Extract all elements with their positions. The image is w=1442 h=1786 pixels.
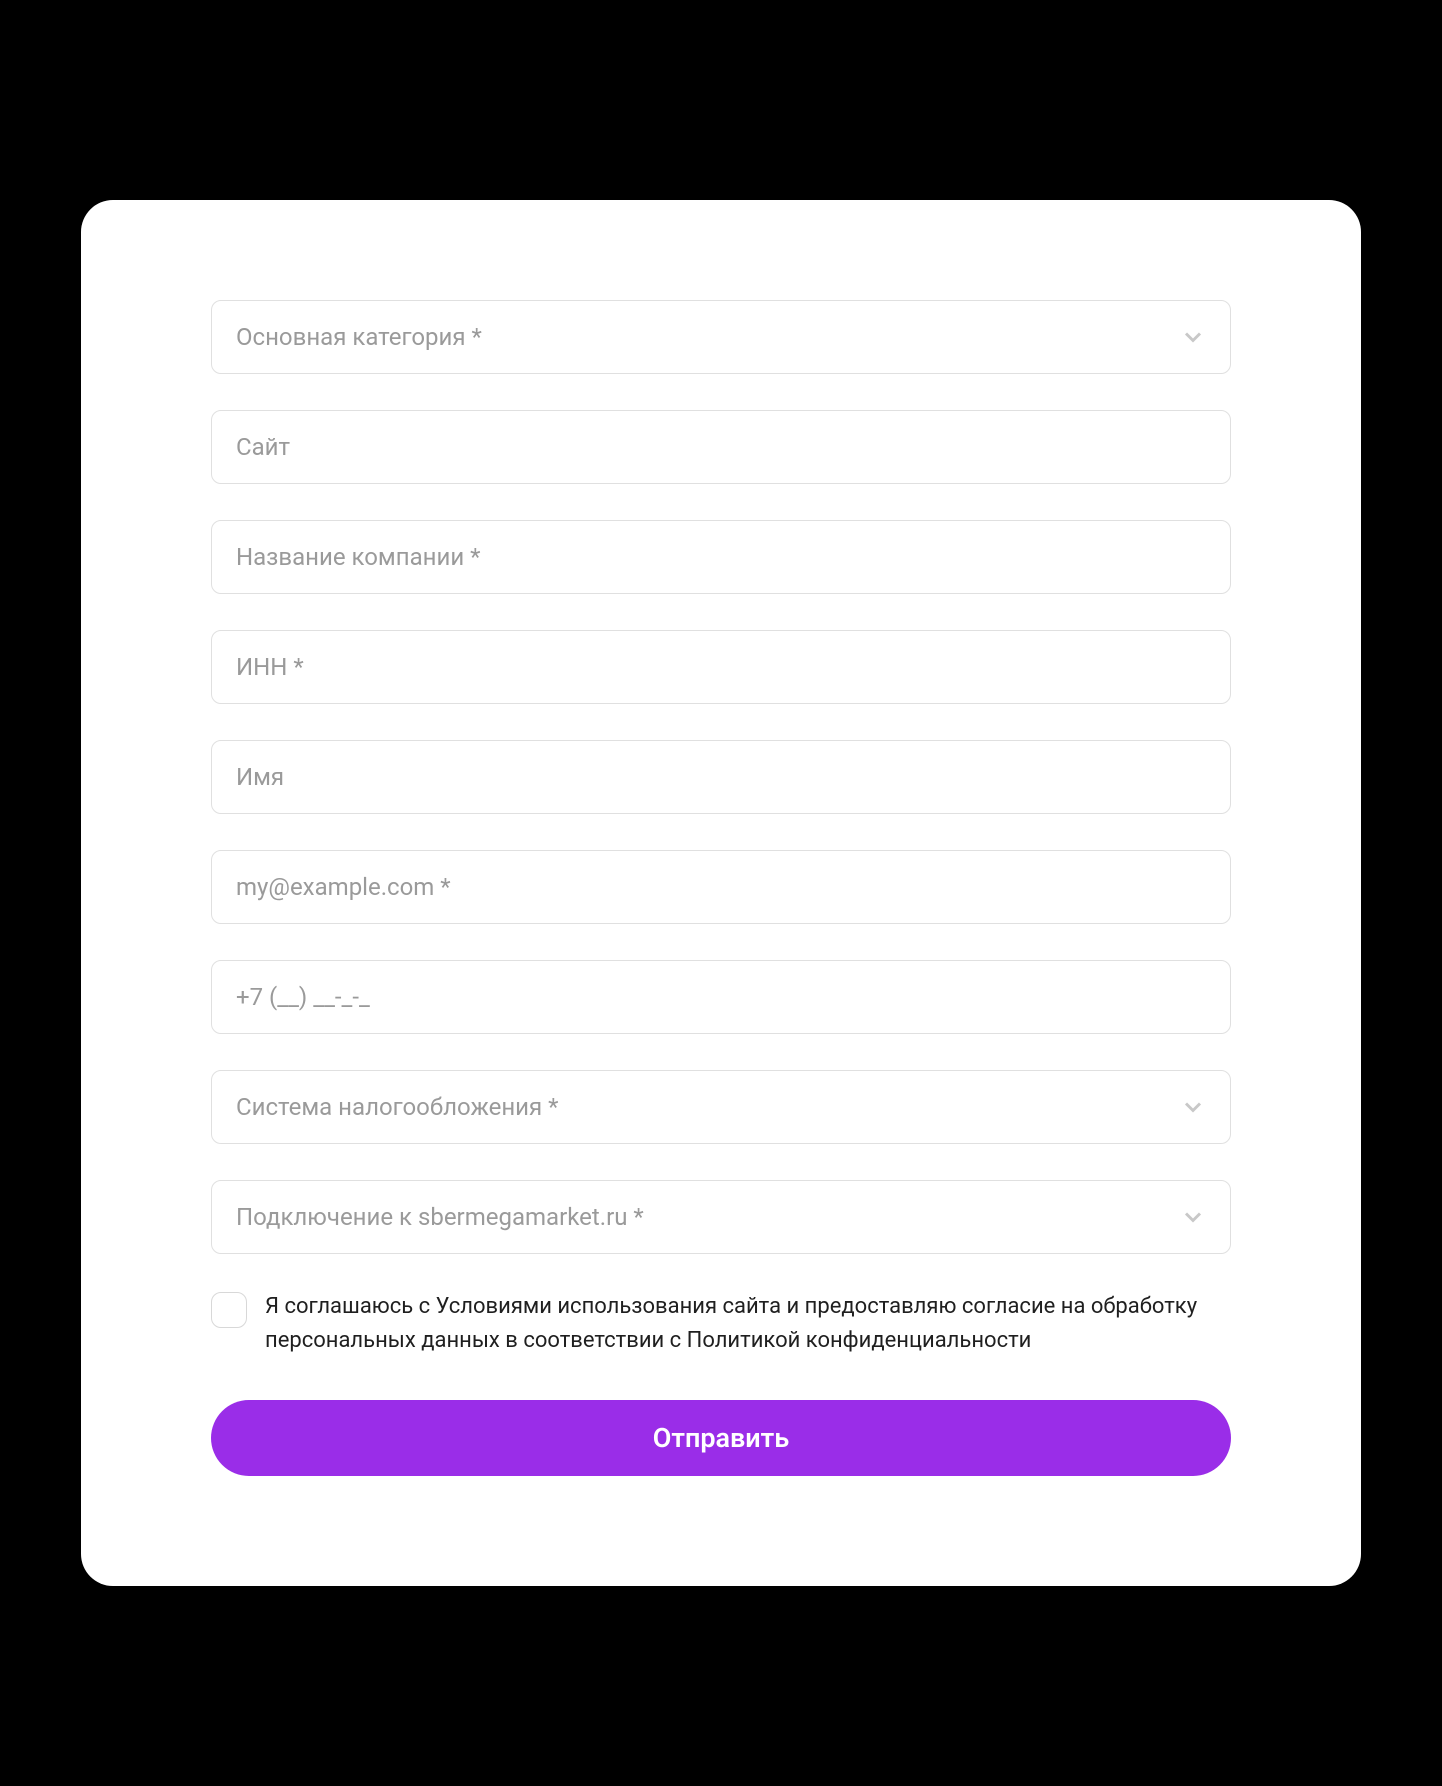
company-field [211,520,1231,594]
registration-form-card: Основная категория * Система налогооблож… [81,200,1361,1586]
phone-field [211,960,1231,1034]
consent-row: Я соглашаюсь с Условиями использования с… [211,1290,1231,1358]
category-placeholder: Основная категория * [236,323,482,351]
phone-input[interactable] [211,960,1231,1034]
inn-input[interactable] [211,630,1231,704]
company-input[interactable] [211,520,1231,594]
tax-system-placeholder: Система налогообложения * [236,1093,558,1121]
connection-select[interactable]: Подключение к sbermegamarket.ru * [211,1180,1231,1254]
consent-checkbox[interactable] [211,1292,247,1328]
connection-placeholder: Подключение к sbermegamarket.ru * [236,1203,644,1231]
submit-button[interactable]: Отправить [211,1400,1231,1476]
consent-text: Я соглашаюсь с Условиями использования с… [265,1290,1231,1358]
email-field [211,850,1231,924]
category-select[interactable]: Основная категория * [211,300,1231,374]
name-input[interactable] [211,740,1231,814]
website-field [211,410,1231,484]
inn-field [211,630,1231,704]
category-field: Основная категория * [211,300,1231,374]
name-field [211,740,1231,814]
connection-field: Подключение к sbermegamarket.ru * [211,1180,1231,1254]
email-input[interactable] [211,850,1231,924]
tax-system-field: Система налогообложения * [211,1070,1231,1144]
website-input[interactable] [211,410,1231,484]
tax-system-select[interactable]: Система налогообложения * [211,1070,1231,1144]
